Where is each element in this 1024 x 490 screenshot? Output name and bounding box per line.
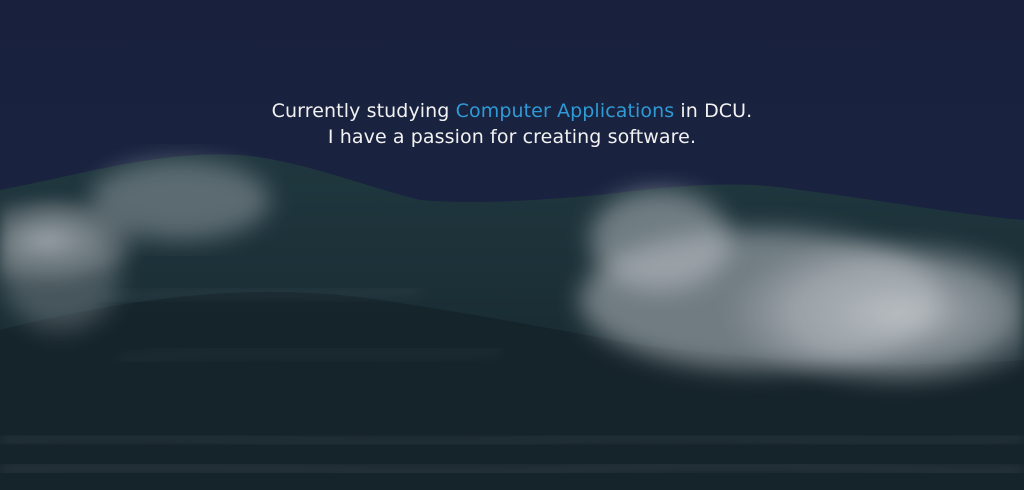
ocean-wave-background bbox=[0, 0, 1024, 490]
hero-tagline: Currently studying Computer Applications… bbox=[0, 98, 1024, 150]
tagline-prefix: Currently studying bbox=[271, 100, 456, 122]
tagline-line-2: I have a passion for creating software. bbox=[327, 126, 697, 148]
tagline-highlight-course: Computer Applications bbox=[455, 100, 675, 122]
tagline-line-1: Currently studying Computer Applications… bbox=[0, 98, 1024, 124]
tagline-suffix: in DCU. bbox=[674, 100, 753, 122]
hero-section: Currently studying Computer Applications… bbox=[0, 0, 1024, 490]
